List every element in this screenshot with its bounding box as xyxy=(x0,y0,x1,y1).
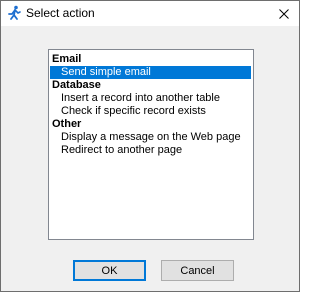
list-item-send-simple-email[interactable]: Send simple email xyxy=(50,66,251,79)
list-item-display-message[interactable]: Display a message on the Web page xyxy=(50,131,251,144)
title-bar[interactable]: Select action xyxy=(1,1,299,26)
list-item-insert-record[interactable]: Insert a record into another table xyxy=(50,92,251,105)
dialog-title: Select action xyxy=(26,6,95,20)
group-header-other: Other xyxy=(52,118,82,130)
list-item-redirect-page[interactable]: Redirect to another page xyxy=(50,144,251,157)
running-figure-icon xyxy=(6,5,22,21)
select-action-dialog: Select action Email Send simple email Da… xyxy=(0,0,300,292)
list-item-check-record-exists[interactable]: Check if specific record exists xyxy=(50,105,251,118)
close-button[interactable] xyxy=(269,1,299,26)
action-listbox[interactable]: Email Send simple email Database Insert … xyxy=(48,49,254,240)
close-icon xyxy=(279,8,289,19)
group-header-database: Database xyxy=(52,79,101,91)
ok-button[interactable]: OK xyxy=(73,260,146,281)
group-header-email: Email xyxy=(52,53,82,65)
cancel-button[interactable]: Cancel xyxy=(161,260,234,281)
